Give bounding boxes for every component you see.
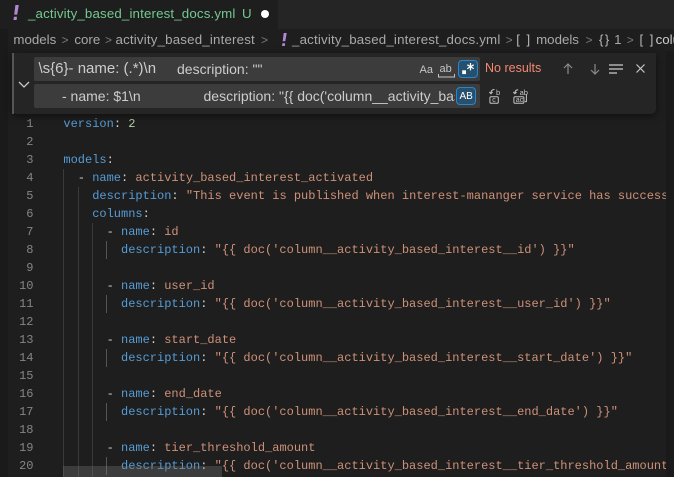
svg-text:b: b: [496, 88, 500, 97]
svg-text:ac: ac: [516, 97, 524, 104]
svg-text:ab: ab: [520, 88, 528, 97]
svg-text:c: c: [492, 97, 496, 104]
